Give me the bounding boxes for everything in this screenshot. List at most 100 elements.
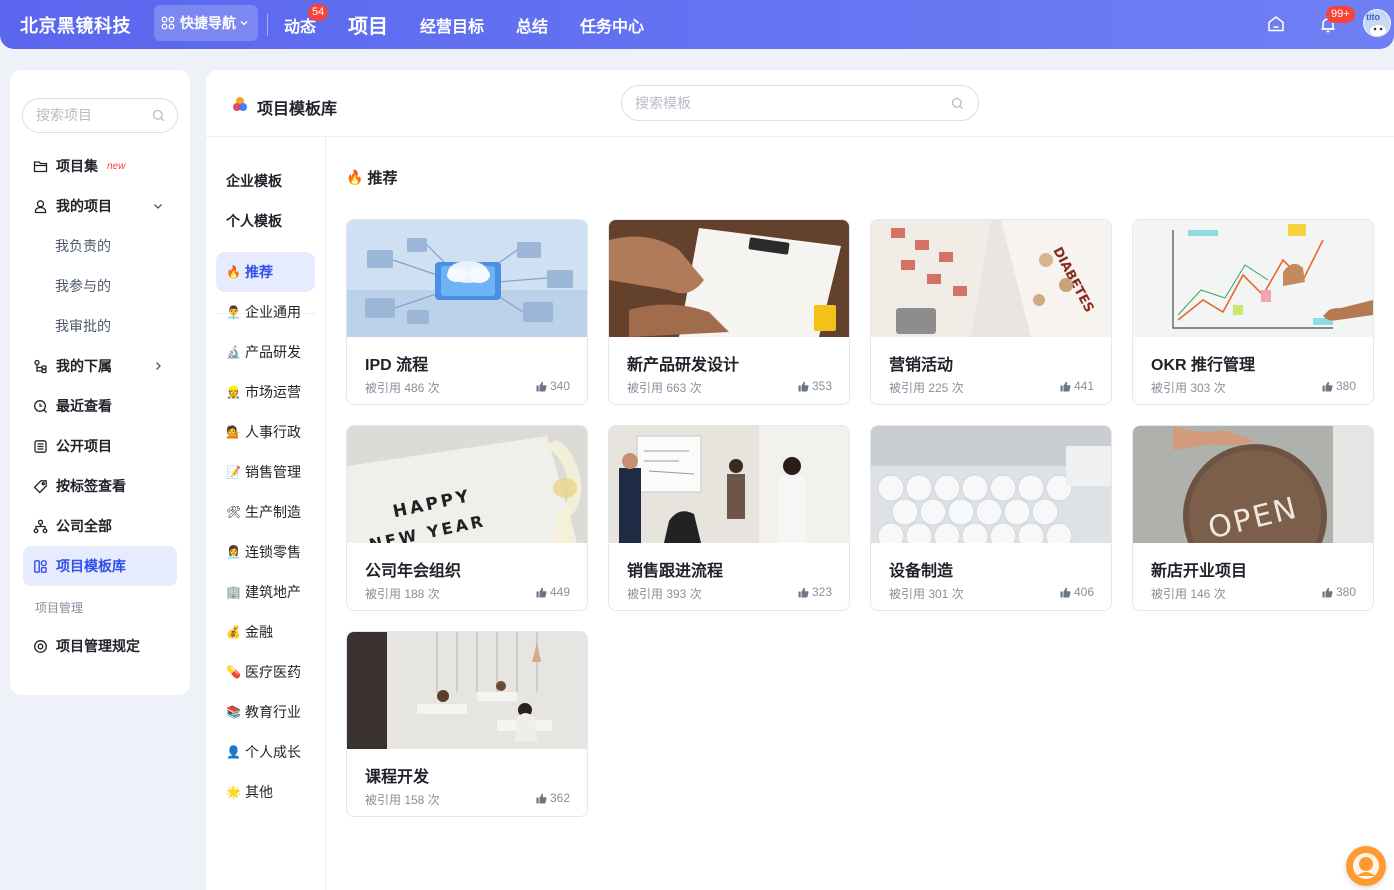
template-card-likes: 380 — [1322, 379, 1356, 393]
nav-item-business-goals[interactable]: 经营目标 — [420, 13, 484, 37]
category-real-estate[interactable]: 🏢 建筑地产 — [216, 572, 315, 612]
template-card[interactable]: OPEN 新店开业项目 被引用 146 次 380 — [1132, 425, 1374, 611]
home-icon[interactable] — [1266, 14, 1286, 34]
sidebar-item-responsible[interactable]: 我负责的 — [23, 226, 177, 266]
template-card[interactable]: OKR 推行管理 被引用 303 次 380 — [1132, 219, 1374, 405]
template-card[interactable]: IPD 流程 被引用 486 次 340 — [346, 219, 588, 405]
nav-item-summary[interactable]: 总结 — [516, 13, 548, 37]
sidebar-item-label: 我参与的 — [55, 278, 111, 294]
category-rnd[interactable]: 🔬 产品研发 — [216, 332, 315, 372]
template-thumbnail-classroom — [347, 632, 587, 749]
chevron-down-icon — [240, 21, 248, 26]
category-medical[interactable]: 💊 医疗医药 — [216, 652, 315, 692]
section-title-label: 推荐 — [367, 170, 398, 187]
sidebar-item-label: 按标签查看 — [56, 478, 126, 494]
sidebar-item-template-library[interactable]: 项目模板库 — [23, 546, 177, 586]
template-thumbnail-meeting — [609, 426, 849, 543]
template-card-title: 新店开业项目 — [1151, 563, 1248, 580]
sidebar-item-management-rules[interactable]: 项目管理规定 — [23, 626, 177, 666]
project-search-placeholder: 搜索项目 — [36, 107, 92, 123]
template-card-likes: 353 — [798, 379, 832, 393]
sidebar-item-label: 我负责的 — [55, 238, 111, 254]
person-silhouette-icon: 👤 — [226, 745, 241, 759]
sidebar-item-program[interactable]: 项目集 new — [23, 146, 177, 186]
pill-icon: 💊 — [226, 665, 241, 679]
category-label: 连锁零售 — [245, 544, 301, 560]
category-retail[interactable]: 👩‍💼 连锁零售 — [216, 532, 315, 572]
template-card[interactable]: 新产品研发设计 被引用 663 次 353 — [608, 219, 850, 405]
sidebar-item-label: 公司全部 — [56, 518, 112, 534]
thumbs-up-icon — [798, 381, 809, 391]
template-card-usage: 被引用 393 次 — [627, 587, 702, 601]
category-sales[interactable]: 📝 销售管理 — [216, 452, 315, 492]
category-personal-templates[interactable]: 个人模板 — [216, 201, 315, 241]
chevron-down-icon — [154, 204, 162, 209]
brand-name[interactable]: 北京黑镜科技 — [20, 12, 131, 38]
category-hr-admin[interactable]: 💁 人事行政 — [216, 412, 315, 452]
feed-count-badge: 54 — [308, 4, 329, 21]
page-title: 项目模板库 — [257, 101, 338, 118]
sidebar-item-public-projects[interactable]: 公开项目 — [23, 426, 177, 466]
thumbs-up-icon — [1060, 587, 1071, 597]
avatar-figure-icon — [1370, 25, 1386, 36]
sidebar-item-recent[interactable]: 最近查看 — [23, 386, 177, 426]
template-card-likes-count: 362 — [549, 791, 570, 805]
category-label: 个人模板 — [226, 213, 282, 229]
sidebar-item-subordinates[interactable]: 我的下属 — [23, 346, 177, 386]
template-search-input[interactable]: 搜索模板 — [621, 85, 979, 121]
category-personal-growth[interactable]: 👤 个人成长 — [216, 732, 315, 772]
sidebar-item-label: 项目模板库 — [56, 558, 126, 574]
category-finance[interactable]: 💰 金融 — [216, 612, 315, 652]
category-label: 金融 — [245, 624, 273, 640]
thumbs-up-icon — [536, 793, 547, 803]
sidebar-item-participating[interactable]: 我参与的 — [23, 266, 177, 306]
template-card-likes-count: 353 — [811, 379, 832, 393]
sidebar-item-approving[interactable]: 我审批的 — [23, 306, 177, 346]
nav-item-task-center[interactable]: 任务中心 — [580, 13, 644, 37]
thumbs-up-icon — [1322, 381, 1333, 391]
category-enterprise-templates[interactable]: 企业模板 — [216, 161, 315, 201]
sidebar-item-label: 项目集 — [56, 158, 98, 174]
category-education[interactable]: 📚 教育行业 — [216, 692, 315, 732]
template-card[interactable]: 设备制造 被引用 301 次 406 — [870, 425, 1112, 611]
avatar[interactable]: tito — [1363, 9, 1391, 37]
category-general[interactable]: 👨‍💼 企业通用 — [216, 292, 315, 332]
grid-icon — [161, 16, 175, 30]
category-recommended[interactable]: 🔥 推荐 — [216, 252, 315, 292]
sidebar-item-company-all[interactable]: 公司全部 — [23, 506, 177, 546]
building-icon: 🏢 — [226, 585, 241, 599]
project-search-input[interactable]: 搜索项目 — [22, 98, 178, 133]
template-card-likes: 449 — [536, 585, 570, 599]
top-navigation-bar: 北京黑镜科技 快捷导航 动态 54 项目 经营目标 总结 任务中心 99+ ti… — [0, 0, 1394, 49]
search-icon — [951, 97, 964, 110]
section-title-recommended: 🔥 推荐 — [346, 167, 397, 188]
nav-item-projects[interactable]: 项目 — [348, 10, 388, 39]
quick-nav-button[interactable]: 快捷导航 — [154, 5, 258, 41]
assistant-float-button[interactable] — [1346, 846, 1386, 886]
thumbs-up-icon — [798, 587, 809, 597]
template-card[interactable]: 课程开发 被引用 158 次 362 — [346, 631, 588, 817]
template-card-title: IPD 流程 — [365, 357, 429, 374]
template-card-likes-count: 449 — [549, 585, 570, 599]
template-card[interactable]: 销售跟进流程 被引用 393 次 323 — [608, 425, 850, 611]
sidebar-item-label: 项目管理规定 — [56, 638, 140, 654]
sidebar-item-my-projects[interactable]: 我的项目 — [23, 186, 177, 226]
template-library-panel: 项目模板库 搜索模板 企业模板 个人模板 🔥 推荐 👨‍💼 企业通用 🔬 产品研… — [206, 70, 1394, 890]
new-tag-badge: new — [107, 160, 126, 172]
category-manufacturing[interactable]: 🛠 生产制造 — [216, 492, 315, 532]
rules-icon — [34, 639, 47, 653]
template-card-title: 营销活动 — [889, 357, 954, 374]
notification-badge: 99+ — [1326, 6, 1355, 23]
template-card-likes-count: 380 — [1335, 379, 1356, 393]
sidebar-item-by-tag[interactable]: 按标签查看 — [23, 466, 177, 506]
category-label: 产品研发 — [245, 344, 301, 360]
tools-icon: 🛠 — [226, 505, 242, 519]
template-card[interactable]: HAPPY NEW YEAR 公司年会组织 被引用 188 次 449 — [346, 425, 588, 611]
category-label: 企业通用 — [245, 304, 301, 320]
person-tipping-hand-icon: 💁 — [226, 425, 241, 439]
businesswoman-icon: 👩‍💼 — [226, 545, 241, 559]
category-other[interactable]: 🌟 其他 — [216, 772, 315, 812]
category-marketing[interactable]: 👷 市场运营 — [216, 372, 315, 412]
template-thumbnail-tubes — [871, 426, 1111, 543]
template-card[interactable]: DIABETES 营销活动 被引用 225 次 441 — [870, 219, 1112, 405]
